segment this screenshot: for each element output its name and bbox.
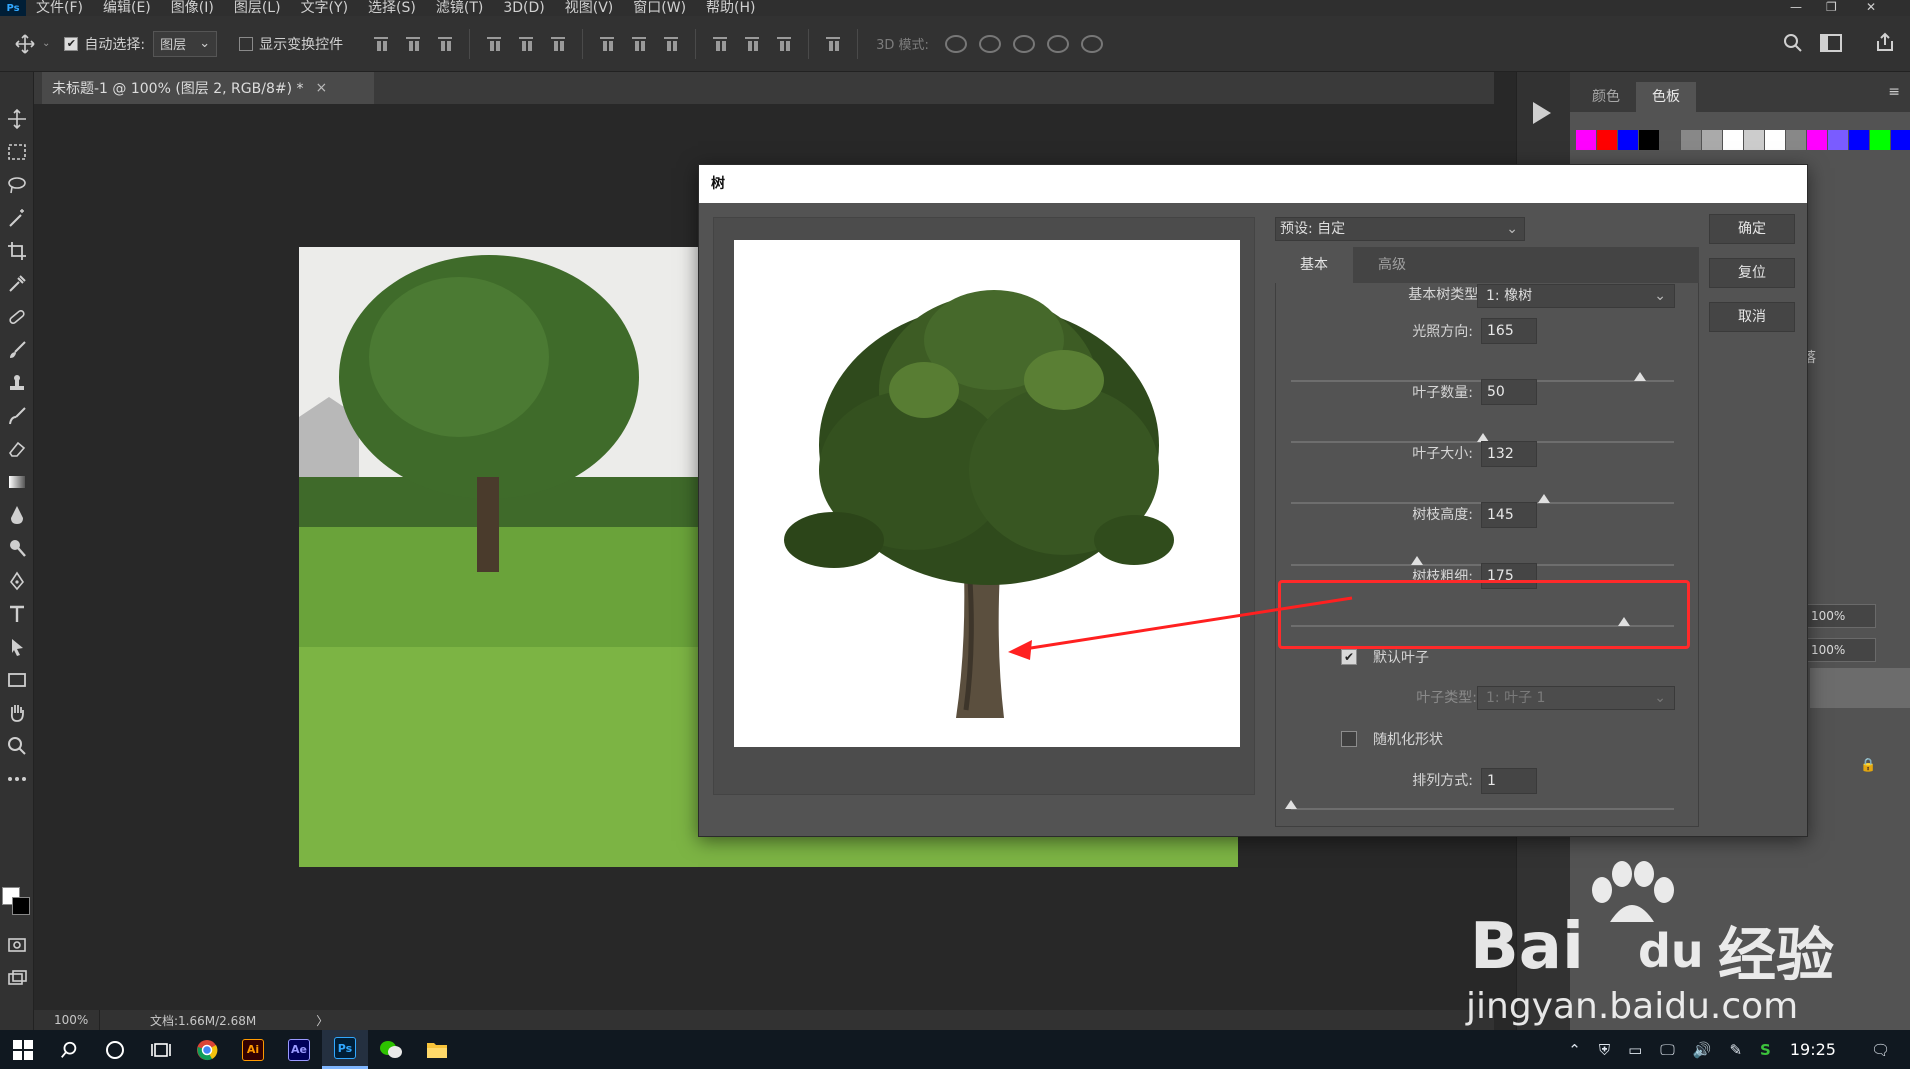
watermark-cn: 经验 (1718, 921, 1835, 989)
illustrator-app[interactable]: Ai (230, 1030, 276, 1069)
network-icon[interactable]: 🖵 (1660, 1041, 1674, 1059)
tray-expand-icon[interactable]: ⌃ (1568, 1041, 1581, 1059)
watermark-brand: Bai (1470, 910, 1584, 984)
security-shield-icon[interactable]: ⛨ (1599, 1041, 1610, 1059)
wechat-icon[interactable] (368, 1030, 414, 1069)
after-effects-app-label: Ae (288, 1038, 310, 1061)
photoshop-app-label: Ps (334, 1037, 356, 1059)
file-explorer-icon[interactable] (414, 1030, 460, 1069)
pen-icon[interactable]: ✎ (1729, 1041, 1742, 1059)
watermark-brand-suffix: du (1638, 924, 1704, 978)
input-method-icon[interactable]: S (1760, 1041, 1771, 1059)
after-effects-app[interactable]: Ae (276, 1030, 322, 1069)
notification-icon[interactable]: 🗨 (1871, 1041, 1890, 1059)
chrome-icon[interactable] (184, 1030, 230, 1069)
windows-start-icon[interactable] (0, 1030, 46, 1069)
volume-icon[interactable]: 🔊 (1693, 1041, 1712, 1059)
cortana-icon[interactable] (92, 1030, 138, 1069)
windows-taskbar: Ai Ae Ps ⌃ ⛨ ▭ 🖵 🔊 ✎ S 19:25 🗨 (0, 1030, 1910, 1069)
clock[interactable]: 19:25 (1790, 1040, 1836, 1059)
illustrator-app-label: Ai (242, 1038, 264, 1061)
baidu-watermark: Bai du 经验 jingyan.baidu.com (1460, 860, 1910, 1030)
battery-icon[interactable]: ▭ (1628, 1041, 1642, 1059)
system-tray: ⌃ ⛨ ▭ 🖵 🔊 ✎ S 19:25 🗨 (1559, 1030, 1910, 1069)
watermark-url: jingyan.baidu.com (1466, 986, 1799, 1027)
search-icon[interactable] (46, 1030, 92, 1069)
paw-logo-icon (1592, 861, 1674, 922)
photoshop-app[interactable]: Ps (322, 1030, 368, 1069)
task-view-icon[interactable] (138, 1030, 184, 1069)
